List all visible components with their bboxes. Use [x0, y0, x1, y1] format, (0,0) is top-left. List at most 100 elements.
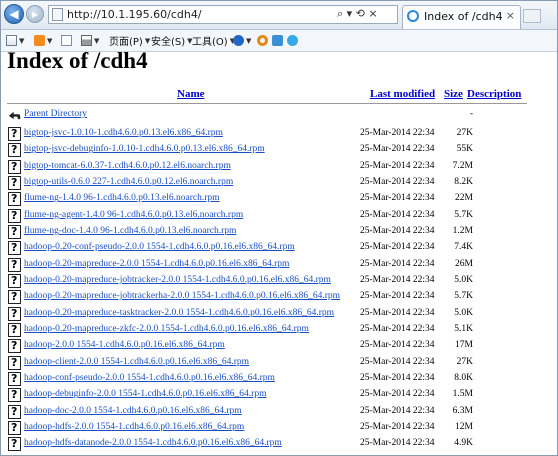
- file-modified: 25-Mar-2014 22:34: [360, 324, 435, 334]
- file-size: 5.0K: [454, 307, 473, 318]
- file-size: 5.0K: [454, 275, 473, 285]
- file-link[interactable]: bigtop-jsvc-1.0.10-1.cdh4.6.0.p0.13.el6.…: [24, 128, 223, 138]
- column-header-size[interactable]: Size: [444, 88, 463, 100]
- page-menu-label: 页面(P): [109, 37, 143, 48]
- chevron-down-icon: ▼: [246, 36, 252, 45]
- back-button[interactable]: ◀: [4, 4, 24, 24]
- forward-arrow-icon: ▶: [31, 9, 39, 19]
- forward-button[interactable]: ▶: [26, 5, 44, 23]
- file-modified: 25-Mar-2014 22:34: [360, 275, 435, 285]
- file-icon: ?: [8, 339, 21, 354]
- file-link[interactable]: bigtop-tomcat-6.0.37-1.cdh4.6.0.p0.12.el…: [24, 161, 231, 171]
- file-row: ? bigtop-jsvc-1.0.10-1.cdh4.6.0.p0.13.el6…: [7, 126, 527, 142]
- address-url[interactable]: http://10.1.195.60/cdh4/: [67, 8, 202, 21]
- file-link[interactable]: hadoop-client-2.0.0 1554-1.cdh4.6.0.p0.1…: [24, 357, 249, 367]
- file-link[interactable]: hadoop-hdfs-datanode-2.0.0 1554-1.cdh4.6…: [24, 438, 282, 448]
- file-row: ? hadoop-hdfs-datanode-2.0.0 1554-1.cdh4.…: [7, 436, 527, 452]
- unknown-file-icon-glyph: ?: [11, 257, 18, 271]
- rss-icon: [34, 35, 45, 46]
- page-title: Index of /cdh4: [7, 52, 148, 73]
- file-size: 1.5M: [452, 389, 473, 400]
- unknown-file-icon-glyph: ?: [11, 437, 18, 451]
- file-modified: 25-Mar-2014 22:34: [360, 144, 435, 155]
- mail-button[interactable]: [61, 33, 72, 48]
- file-size: 8.2K: [454, 177, 473, 187]
- unknown-file-icon-glyph: ?: [11, 339, 18, 353]
- file-link[interactable]: hadoop-0.20-mapreduce-tasktracker-2.0.0 …: [24, 308, 334, 318]
- file-link[interactable]: hadoop-0.20-mapreduce-jobtracker-2.0.0 1…: [24, 275, 331, 285]
- file-link[interactable]: hadoop-2.0.0 1554-1.cdh4.6.0.p0.16.el6.x…: [24, 340, 225, 350]
- print-button[interactable]: ▼: [81, 33, 99, 48]
- file-size: 27K: [456, 356, 473, 367]
- file-row: ? flume-ng-agent-1.4.0 96-1.cdh4.6.0.p0.1…: [7, 208, 527, 224]
- file-link[interactable]: bigtop-utils-0.6.0 227-1.cdh4.6.0.p0.12.…: [24, 177, 233, 187]
- file-modified: 25-Mar-2014 22:34: [360, 209, 435, 220]
- file-link[interactable]: flume-ng-1.4.0 96-1.cdh4.6.0.p0.13.el6.n…: [24, 193, 220, 203]
- unknown-file-icon-glyph: ?: [11, 159, 18, 173]
- file-modified: 25-Mar-2014 22:34: [360, 258, 435, 269]
- file-modified: 25-Mar-2014 22:34: [360, 389, 435, 400]
- file-icon: ?: [8, 192, 21, 207]
- chevron-down-icon: ▼: [144, 36, 151, 45]
- file-modified: 25-Mar-2014 22:34: [360, 340, 435, 351]
- file-icon: ?: [8, 388, 21, 403]
- file-link[interactable]: hadoop-hdfs-2.0.0 1554-1.cdh4.6.0.p0.16.…: [24, 422, 244, 432]
- file-link[interactable]: hadoop-0.20-conf-pseudo-2.0.0 1554-1.cdh…: [24, 242, 295, 252]
- tab-close-icon[interactable]: ×: [506, 9, 515, 22]
- file-modified: 25-Mar-2014 22:34: [360, 372, 435, 383]
- file-icon: ?: [8, 159, 21, 174]
- file-row: ? hadoop-doc-2.0.0 1554-1.cdh4.6.0.p0.16.…: [7, 404, 527, 420]
- file-link[interactable]: hadoop-debuginfo-2.0.0 1554-1.cdh4.6.0.p…: [24, 389, 266, 399]
- column-header-name[interactable]: Name: [177, 88, 205, 100]
- skype-button[interactable]: [287, 33, 298, 48]
- address-controls[interactable]: ⌕ ▾ ⟲ ×: [337, 7, 378, 21]
- tools-menu[interactable]: 工具(O)▼: [192, 33, 235, 49]
- safety-menu[interactable]: 安全(S) ▼: [151, 33, 193, 49]
- file-link[interactable]: flume-ng-agent-1.4.0 96-1.cdh4.6.0.p0.13…: [24, 210, 243, 220]
- file-icon: ?: [8, 208, 21, 223]
- feeds-button[interactable]: ▼: [34, 33, 52, 48]
- addon-button[interactable]: [257, 33, 268, 48]
- file-icon: ?: [8, 290, 21, 305]
- page-content: Index of /cdh4 Name Last modified Size D…: [1, 52, 557, 455]
- file-link[interactable]: hadoop-doc-2.0.0 1554-1.cdh4.6.0.p0.16.e…: [24, 406, 242, 416]
- mail-icon: [61, 35, 72, 46]
- divider: [7, 103, 527, 104]
- address-bar[interactable]: http://10.1.195.60/cdh4/ ⌕ ▾ ⟲ ×: [48, 5, 398, 24]
- file-size: 22M: [455, 193, 473, 204]
- new-tab-button[interactable]: [523, 9, 541, 23]
- file-link[interactable]: hadoop-conf-pseudo-2.0.0 1554-1.cdh4.6.0…: [24, 373, 275, 383]
- chevron-down-icon: ▼: [94, 36, 100, 45]
- column-header-last-modified[interactable]: Last modified: [370, 88, 435, 100]
- file-icon: ?: [8, 127, 21, 141]
- unknown-file-icon-glyph: ?: [11, 274, 18, 287]
- file-link[interactable]: hadoop-0.20-mapreduce-zkfc-2.0.0 1554-1.…: [24, 324, 309, 334]
- help-icon: [233, 35, 244, 46]
- file-link[interactable]: bigtop-jsvc-debuginfo-1.0.10-1.cdh4.6.0.…: [24, 144, 265, 154]
- file-size: 5.1K: [454, 324, 473, 334]
- file-row: ? hadoop-0.20-mapreduce-2.0.0 1554-1.cdh4…: [7, 257, 527, 273]
- file-row: ? hadoop-0.20-mapreduce-tasktracker-2.0.0…: [7, 306, 527, 322]
- file-row: ? flume-ng-1.4.0 96-1.cdh4.6.0.p0.13.el6.…: [7, 191, 527, 207]
- unknown-file-icon-glyph: ?: [11, 404, 18, 418]
- safety-menu-label: 安全(S): [151, 37, 186, 48]
- file-row: ? hadoop-0.20-mapreduce-zkfc-2.0.0 1554-1…: [7, 322, 527, 338]
- page-menu[interactable]: 页面(P) ▼: [109, 33, 151, 49]
- unknown-file-icon-glyph: ?: [11, 371, 18, 385]
- addon-button-2[interactable]: [272, 33, 283, 48]
- file-link[interactable]: hadoop-0.20-mapreduce-jobtrackerha-2.0.0…: [24, 291, 340, 301]
- column-header-description[interactable]: Description: [467, 88, 521, 100]
- file-modified: 25-Mar-2014 22:34: [360, 177, 435, 187]
- file-row: ? hadoop-0.20-mapreduce-jobtracker-2.0.0 …: [7, 273, 527, 289]
- help-button[interactable]: ▼: [233, 33, 251, 48]
- home-button[interactable]: ▼: [6, 33, 24, 48]
- tools-menu-label: 工具(O): [192, 37, 228, 48]
- parent-directory-link[interactable]: Parent Directory: [24, 109, 87, 119]
- file-modified: 25-Mar-2014 22:34: [360, 421, 435, 432]
- file-size: 8.0K: [454, 372, 473, 383]
- file-link[interactable]: flume-ng-doc-1.4.0 96-1.cdh4.6.0.p0.13.e…: [24, 226, 236, 236]
- file-link[interactable]: hadoop-0.20-mapreduce-2.0.0 1554-1.cdh4.…: [24, 259, 289, 269]
- browser-tab[interactable]: Index of /cdh4 ×: [402, 5, 521, 29]
- unknown-file-icon-glyph: ?: [11, 192, 18, 206]
- addon-icon: [272, 35, 283, 46]
